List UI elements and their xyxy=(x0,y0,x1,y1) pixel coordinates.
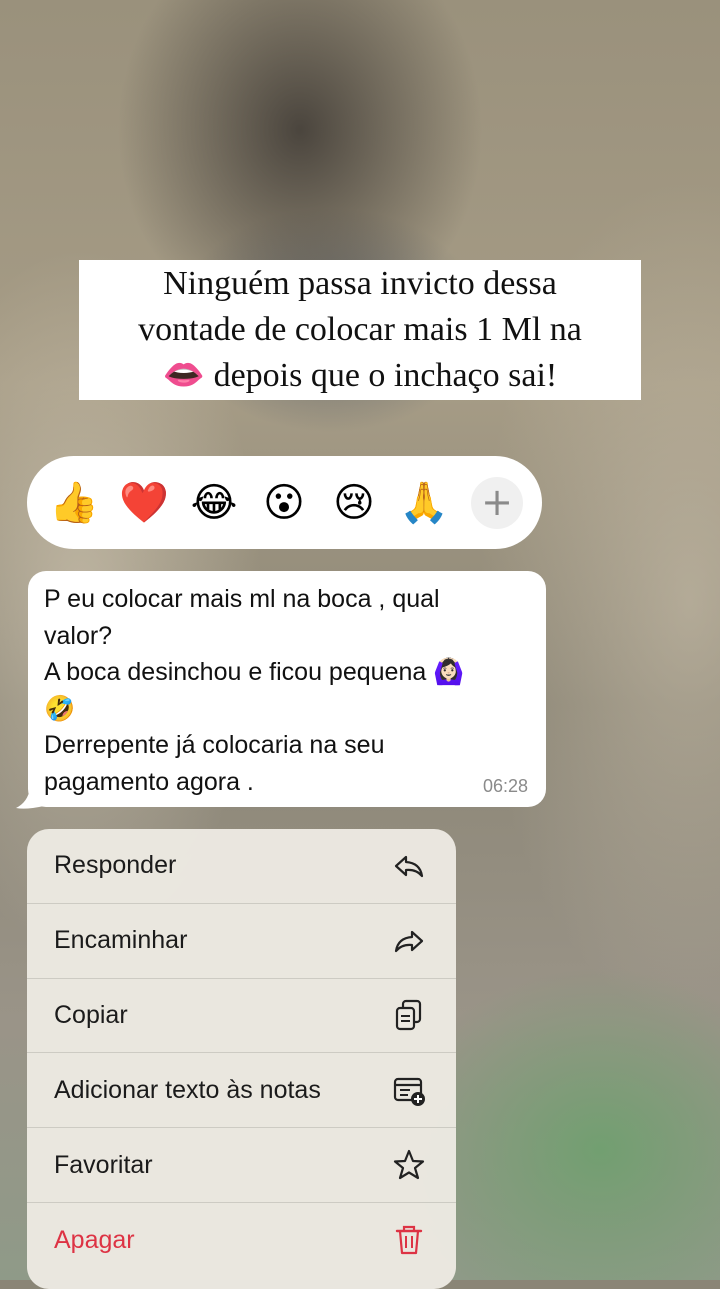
trash-icon xyxy=(392,1223,426,1257)
message-line: P eu colocar mais ml na boca , qual xyxy=(44,585,440,613)
context-menu: Responder Encaminhar Copiar Adicionar te… xyxy=(27,829,456,1289)
message-text: P eu colocar mais ml na boca , qual valo… xyxy=(44,581,528,800)
reaction-tears-of-joy[interactable]: 😂 xyxy=(189,478,239,528)
menu-item-label: Copiar xyxy=(54,1000,128,1029)
reaction-surprised[interactable]: 😮 xyxy=(259,478,309,528)
menu-item-add-to-notes[interactable]: Adicionar texto às notas xyxy=(27,1053,456,1129)
menu-item-label: Adicionar texto às notas xyxy=(54,1075,321,1104)
menu-item-reply[interactable]: Responder xyxy=(27,829,456,904)
message-timestamp: 06:28 xyxy=(482,776,528,796)
message-line: 🤣 xyxy=(44,694,76,723)
star-icon xyxy=(392,1148,426,1182)
copy-icon xyxy=(392,998,426,1032)
menu-item-label: Apagar xyxy=(54,1225,135,1254)
add-note-icon xyxy=(392,1073,426,1107)
forward-icon xyxy=(392,924,426,958)
reaction-crying[interactable]: 😢 xyxy=(329,478,379,528)
message-line: valor? xyxy=(44,621,113,650)
reaction-bar: 👍 ❤️ 😂 😮 😢 🙏 + xyxy=(27,456,542,549)
reaction-thumbs-up[interactable]: 👍 xyxy=(49,478,99,528)
reply-icon xyxy=(392,849,426,883)
reaction-folded-hands[interactable]: 🙏 xyxy=(399,478,449,528)
menu-item-label: Responder xyxy=(54,851,177,880)
menu-item-favorite[interactable]: Favoritar xyxy=(27,1128,456,1203)
caption-line: vontade de colocar mais 1 Ml na xyxy=(138,311,582,348)
message-line: Derrepente já colocaria na seu xyxy=(44,731,385,759)
message-line: A boca desinchou e ficou pequena 🙆🏻‍♀️ xyxy=(44,658,465,686)
menu-item-forward[interactable]: Encaminhar xyxy=(27,904,456,979)
menu-item-label: Encaminhar xyxy=(54,926,188,955)
message-line: pagamento agora . xyxy=(44,767,254,796)
reaction-red-heart[interactable]: ❤️ xyxy=(119,478,169,528)
caption-line: Ninguém passa invicto dessa xyxy=(163,265,557,302)
caption-line: 👄 depois que o inchaço sai! xyxy=(162,357,558,394)
message-bubble[interactable]: P eu colocar mais ml na boca , qual valo… xyxy=(28,571,546,807)
menu-item-delete[interactable]: Apagar xyxy=(27,1203,456,1278)
menu-item-copy[interactable]: Copiar xyxy=(27,979,456,1054)
story-caption: Ninguém passa invicto dessa vontade de c… xyxy=(79,260,641,400)
more-reactions-button[interactable]: + xyxy=(471,476,523,529)
menu-item-label: Favoritar xyxy=(54,1150,153,1179)
